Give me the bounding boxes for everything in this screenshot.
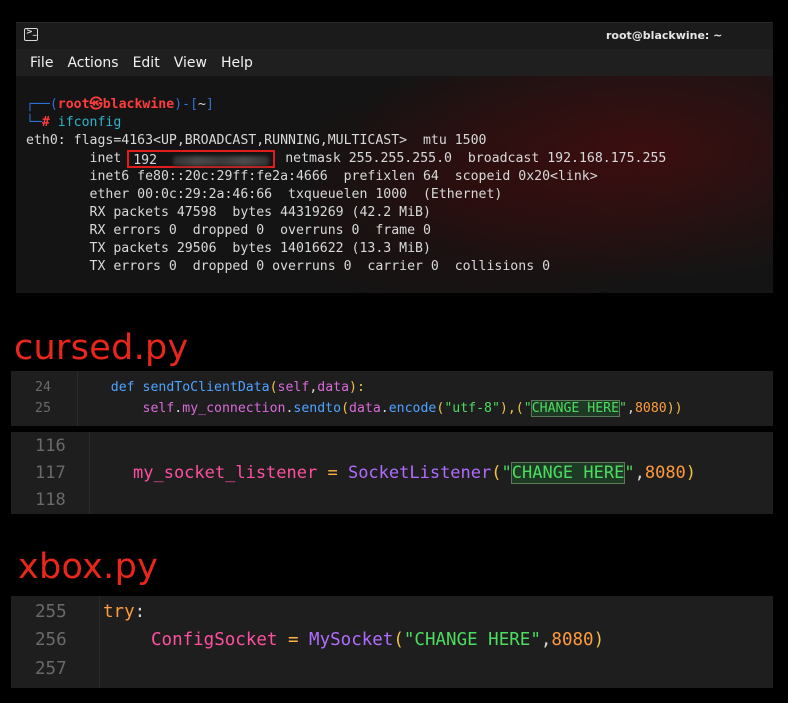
- code-line-117: my_socket_listener = SocketListener("CHA…: [133, 462, 697, 484]
- code-line-255: try:: [103, 602, 146, 622]
- xbox-file-heading: xbox.py: [18, 547, 159, 587]
- line-number: 118: [35, 490, 66, 510]
- change-here-highlight: CHANGE HERE: [530, 400, 621, 417]
- line-number: 255: [35, 602, 67, 622]
- prompt-path: ~: [198, 97, 206, 112]
- menu-help[interactable]: Help: [221, 55, 253, 71]
- cursed-code-block-2: 116 117 118 my_socket_listener = SocketL…: [11, 432, 773, 514]
- menu-actions[interactable]: Actions: [67, 55, 118, 71]
- output-line-6: RX errors 0 dropped 0 overruns 0 frame 0: [26, 223, 431, 238]
- ip-redaction-blur: [173, 156, 270, 166]
- output-line-1: eth0: flags=4163<UP,BROADCAST,RUNNING,MU…: [26, 133, 487, 148]
- line-number: 256: [35, 630, 67, 650]
- line-number: 116: [35, 436, 66, 456]
- cursed-file-heading: cursed.py: [14, 328, 189, 368]
- code-line-256: ConfigSocket = MySocket("CHANGE HERE",80…: [151, 630, 605, 650]
- output-line-8: TX errors 0 dropped 0 overruns 0 carrier…: [26, 259, 551, 274]
- output-line-7: TX packets 29506 bytes 14016622 (13.3 Mi…: [26, 241, 431, 256]
- line-number: 117: [35, 463, 66, 483]
- menu-bar: File Actions Edit View Help: [16, 49, 773, 76]
- output-line-inet: inet 192 netmask 255.255.255.0 broadcast …: [26, 150, 667, 168]
- code-line-24: def sendToClientData(self,data):: [110, 380, 365, 395]
- terminal-icon: [24, 27, 38, 41]
- cursed-code-block-1: 24 25 def sendToClientData(self,data): s…: [11, 371, 773, 426]
- line-number: 257: [35, 659, 67, 679]
- line-number: 25: [35, 401, 51, 416]
- inet-visible-part: 192: [133, 153, 158, 168]
- xbox-code-block: 255 256 257 try: ConfigSocket = MySocket…: [11, 596, 773, 688]
- menu-file[interactable]: File: [30, 55, 53, 71]
- terminal-output[interactable]: ┌──(root㉿blackwine)-[~] └─# ifconfig eth0:…: [16, 76, 773, 276]
- terminal-window: root@blackwine: ~ File Actions Edit View…: [16, 22, 773, 293]
- prompt-at-symbol: ㉿: [89, 97, 103, 112]
- menu-edit[interactable]: Edit: [133, 55, 160, 71]
- window-title: root@blackwine: ~: [606, 29, 723, 42]
- output-line-4: ether 00:0c:29:2a:46:66 txqueuelen 1000 …: [26, 187, 503, 202]
- terminal-titlebar: root@blackwine: ~: [16, 23, 773, 49]
- prompt-line: ┌──(root㉿blackwine)-[~]: [26, 97, 214, 112]
- prompt-hash: #: [41, 115, 50, 130]
- line-number: 24: [35, 380, 51, 395]
- command-text: ifconfig: [57, 115, 122, 130]
- code-line-25: self.my_connection.sendto(data.encode("u…: [142, 400, 683, 417]
- menu-view[interactable]: View: [174, 55, 207, 71]
- output-line-3: inet6 fe80::20c:29ff:fe2a:4666 prefixlen…: [26, 169, 598, 184]
- change-here-highlight: CHANGE HERE: [510, 462, 626, 484]
- command-line: └─# ifconfig: [26, 115, 122, 130]
- prompt-host: blackwine: [102, 97, 175, 112]
- prompt-user: root: [57, 97, 90, 112]
- output-line-5: RX packets 47598 bytes 44319269 (42.2 Mi…: [26, 205, 431, 220]
- redacted-ip-box: 192: [127, 150, 276, 168]
